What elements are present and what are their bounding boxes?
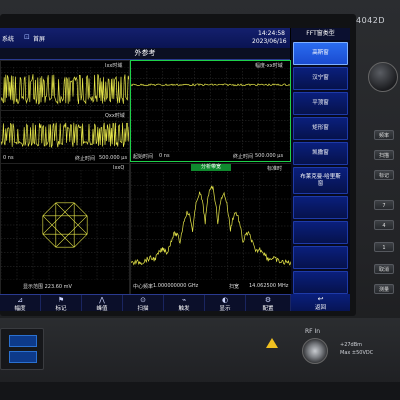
menu-item-empty-4[interactable] <box>293 271 348 294</box>
panel-q-time[interactable]: Qxx时域 0 ns 终止时间 500.000 µs <box>0 110 130 164</box>
hw-key-freq[interactable]: 频率 <box>374 130 394 140</box>
hw-key-cancel[interactable]: 取消 <box>374 264 394 274</box>
menu-item-kaiser[interactable]: 凯撒窗 <box>293 142 348 165</box>
softkey-trigger[interactable]: ⌁ 触发 <box>164 295 205 311</box>
fft-band-label: 分析带宽 <box>191 164 231 171</box>
menu-item-empty-1[interactable] <box>293 196 348 219</box>
home-icon[interactable]: ⊡ <box>24 33 30 41</box>
amplitude-icon: ⊿ <box>17 296 23 304</box>
peak-icon: ⋀ <box>99 296 105 304</box>
status-bar: 系统 ⊡ 首屏 14:24:58 2023/06/16 <box>0 28 290 48</box>
panel-fft[interactable]: 分析带宽 标准时 中心频率 1.000000000 GHz 扫宽 14.0625… <box>130 163 293 295</box>
menu-item-empty-3[interactable] <box>293 246 348 269</box>
iq-edge <box>42 233 57 248</box>
panel-amp-time[interactable]: 幅度-xx时域 起始时间 0 ns 终止时间 500.000 µs <box>130 60 291 162</box>
amp-x-end-value: 500.000 µs <box>255 153 284 159</box>
fft-window-menu: FFT窗类型 高斯窗 汉宁窗 平顶窗 矩形窗 凯撒窗 布莱克曼-哈里斯窗 <box>291 28 350 311</box>
device-foot <box>0 382 400 400</box>
amp-x-end-label: 终止时间 <box>233 154 254 160</box>
q-x-end-value: 500.000 µs <box>99 155 128 161</box>
softkey-peak[interactable]: ⋀ 峰值 <box>82 295 123 311</box>
fft-span-value: 14.062500 MHz <box>249 283 289 289</box>
screen: 系统 ⊡ 首屏 14:24:58 2023/06/16 外参考 Ixx时域 Qx… <box>0 28 350 311</box>
softkey-display[interactable]: ◐ 显示 <box>205 295 246 311</box>
menu-item-rectangular[interactable]: 矩形窗 <box>293 117 348 140</box>
page-title: 外参考 <box>0 48 290 60</box>
system-label[interactable]: 系统 <box>2 34 14 43</box>
recall-label[interactable]: 首屏 <box>33 34 45 43</box>
iq-constellation <box>1 170 129 280</box>
warning-icon <box>266 338 278 348</box>
config-icon: ⚙ <box>264 296 272 304</box>
iq-edge <box>42 202 75 235</box>
marker-icon: ⚑ <box>57 296 65 304</box>
hw-key-marker[interactable]: 标记 <box>374 170 394 180</box>
menu-title: FFT窗类型 <box>291 28 350 40</box>
hw-key-measure[interactable]: 测量 <box>374 284 394 294</box>
softkey-marker[interactable]: ⚑ 标记 <box>41 295 82 311</box>
menu-item-blackman-harris[interactable]: 布莱克曼-哈里斯窗 <box>293 167 348 194</box>
usb-port-1[interactable] <box>9 335 37 347</box>
menu-item-hanning[interactable]: 汉宁窗 <box>293 67 348 90</box>
panel-i-time[interactable]: Ixx时域 <box>0 60 130 112</box>
iq-edge <box>55 215 88 248</box>
fft-center-label: 中心频率 <box>133 284 154 290</box>
iq-edge <box>42 215 75 248</box>
display-icon: ◐ <box>221 296 229 304</box>
rotary-knob[interactable] <box>368 62 398 92</box>
panel-iq[interactable]: IxxQ 显示范围 223.60 mV <box>0 163 130 295</box>
q-x-end-label: 终止时间 <box>75 156 96 162</box>
softkey-amplitude[interactable]: ⊿ 幅度 <box>0 295 41 311</box>
numpad-4[interactable]: 4 <box>374 220 394 230</box>
iq-range: 显示范围 223.60 mV <box>23 284 72 290</box>
softkey-scan[interactable]: ⊙ 扫描 <box>123 295 164 311</box>
numpad-7[interactable]: 7 <box>374 200 394 210</box>
menu-item-gaussian[interactable]: 高斯窗 <box>293 42 348 65</box>
iq-edge <box>42 202 57 217</box>
numpad-1[interactable]: 1 <box>374 242 394 252</box>
fft-spectrum-trace <box>131 172 292 280</box>
back-icon: ↩ <box>317 295 324 303</box>
status-date: 2023/06/16 <box>252 38 287 45</box>
iq-edge <box>73 202 88 217</box>
menu-item-flattop[interactable]: 平顶窗 <box>293 92 348 115</box>
model-label: 4042D <box>356 16 386 25</box>
fft-center-value: 1.000000000 GHz <box>153 283 199 289</box>
iq-edge <box>55 202 88 235</box>
status-time: 14:24:58 <box>258 30 285 37</box>
usb-port-2[interactable] <box>9 351 37 363</box>
trigger-icon: ⌁ <box>181 296 187 304</box>
rf-spec-1: +27dBm <box>340 342 363 348</box>
amp-x-start-value: 0 ns <box>159 153 170 159</box>
rf-in-label: RF In <box>305 328 321 335</box>
softkey-config[interactable]: ⚙ 配置 <box>246 295 291 311</box>
menu-item-empty-2[interactable] <box>293 221 348 244</box>
q-x-start: 0 ns <box>3 155 14 161</box>
rf-input-connector[interactable] <box>302 338 328 364</box>
scan-icon: ⊙ <box>140 296 146 304</box>
fft-badge: 标准时 <box>267 166 283 172</box>
rf-spec-2: Max ±50VDC <box>340 350 374 356</box>
usb-port-block <box>0 328 44 370</box>
amp-time-trace <box>131 68 290 152</box>
back-button[interactable]: ↩ 返回 <box>291 294 350 311</box>
q-time-trace <box>1 117 129 153</box>
iq-edge <box>73 233 88 248</box>
hw-key-scan[interactable]: 扫描 <box>374 150 394 160</box>
fft-span-label: 扫宽 <box>229 284 240 290</box>
amp-x-start-label: 起始时间 <box>133 154 154 160</box>
i-time-trace <box>1 67 129 111</box>
